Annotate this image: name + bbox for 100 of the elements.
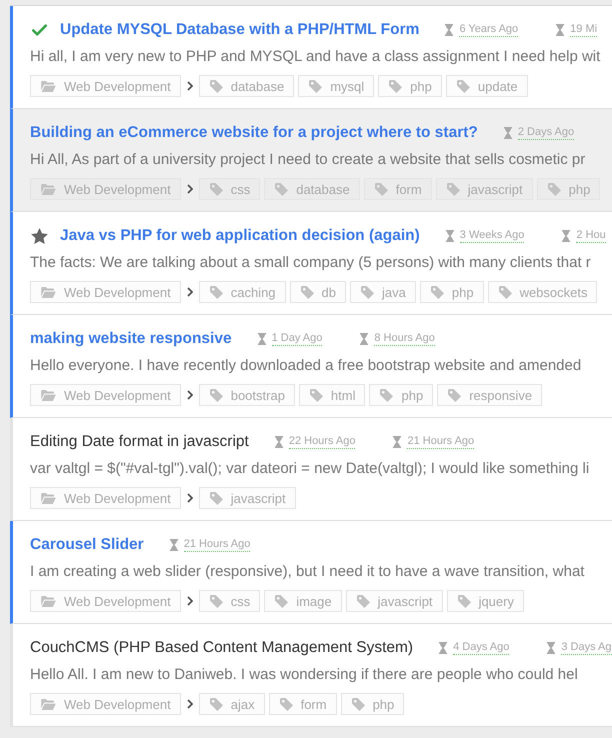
tag-link[interactable]: mysql [298, 75, 374, 97]
thread-title[interactable]: Carousel Slider [30, 533, 144, 557]
tag-link[interactable]: form [268, 693, 337, 715]
thread-item[interactable]: Update MYSQL Database with a PHP/HTML Form 6 Years Ago 19 Mi Hi all, I am very new to PHP and MYSQL and have a class assignment I need help wit Web Development database mysql php update [10, 6, 612, 109]
tag-link[interactable]: websockets [488, 281, 598, 303]
folder-icon [41, 492, 56, 504]
category-link[interactable]: Web Development [30, 487, 181, 509]
category-link[interactable]: Web Development [30, 384, 181, 406]
tag-icon [430, 286, 444, 298]
chevron-right-icon [186, 699, 193, 709]
thread-excerpt: Hello everyone. I have recently downloaded a free bootstrap website and amended [30, 356, 582, 376]
tag-link[interactable]: update [446, 75, 528, 97]
tag-icon [310, 388, 323, 402]
tag-link[interactable]: javascript [198, 487, 296, 509]
thread-item[interactable]: Carousel Slider 21 Hours Ago I am creating a web slider (responsive), but I need it to have a wave transition, what Web Development css image javascript jquery [10, 521, 612, 624]
hourglass-icon [504, 127, 512, 139]
thread-excerpt: I am creating a web slider (responsive), but I need it to have a wave transition, what [30, 562, 586, 582]
hourglass-icon [547, 642, 556, 654]
tag-link[interactable]: css [198, 178, 260, 200]
tag-icon [361, 286, 374, 298]
tag-icon [448, 388, 462, 402]
thread-excerpt: var valtgl = $("#val-tgl").val(); var dateori = new Date(valtgl); I would like something li [30, 459, 590, 479]
tag-link[interactable]: ajax [198, 693, 265, 715]
chevron-right-icon [186, 493, 193, 503]
hourglass-icon [439, 642, 448, 654]
tag-icon [389, 80, 402, 92]
tag-link[interactable]: database [264, 178, 360, 200]
tag-icon [548, 182, 561, 196]
timestamp: 2 Days Ago [518, 126, 574, 140]
tag-link[interactable]: form [364, 178, 432, 200]
chevron-right-icon [186, 596, 193, 606]
tag-icon [300, 286, 314, 298]
hourglass-icon [274, 436, 283, 448]
category-link[interactable]: Web Development [30, 693, 181, 715]
thread-title[interactable]: Update MYSQL Database with a PHP/HTML Form [60, 18, 420, 42]
thread-item[interactable]: CouchCMS (PHP Based Content Management System) 4 Days Ago 3 Days Ag Hello All. I am new to Daniweb. I was wondersing if there are people who could hel Web Development ajax form php [10, 624, 612, 727]
timestamp: 3 Weeks Ago [460, 229, 524, 243]
tag-link[interactable]: php [536, 178, 600, 200]
tag-icon [210, 182, 223, 196]
hourglass-icon [562, 230, 570, 242]
tag-icon [458, 594, 471, 608]
tag-link[interactable]: php [378, 75, 442, 97]
tag-link[interactable]: bootstrap [198, 384, 295, 406]
tag-link[interactable]: database [198, 75, 294, 97]
tag-icon [352, 698, 365, 710]
tag-icon [446, 182, 460, 196]
category-link[interactable]: Web Development [30, 281, 181, 303]
category-link[interactable]: Web Development [30, 75, 181, 97]
thread-title[interactable]: making website responsive [30, 327, 232, 351]
tag-icon [356, 594, 370, 608]
tag-link[interactable]: caching [198, 281, 286, 303]
hourglass-icon [258, 333, 266, 345]
tag-link[interactable]: php [340, 693, 404, 715]
timestamp: 8 Hours Ago [374, 332, 435, 346]
thread-title[interactable]: CouchCMS (PHP Based Content Management System) [30, 636, 414, 660]
folder-icon [41, 596, 56, 606]
folder-icon [41, 390, 56, 400]
hourglass-icon [393, 436, 402, 448]
chevron-right-icon [186, 287, 193, 297]
tag-link[interactable]: css [198, 590, 260, 612]
thread-title[interactable]: Editing Date format in javascript [30, 430, 249, 454]
tag-link[interactable]: db [290, 281, 346, 303]
timestamp: 1 Day Ago [272, 332, 322, 346]
tag-icon [380, 388, 394, 402]
tag-link[interactable]: responsive [437, 384, 542, 406]
tag-link[interactable]: php [369, 384, 434, 406]
thread-title[interactable]: Building an eCommerce website for a project where to start? [30, 121, 478, 145]
tag-link[interactable]: php [420, 281, 484, 303]
thread-item[interactable]: Editing Date format in javascript 22 Hours Ago 21 Hours Ago var valtgl = $("#val-tgl").val(); var dateori = new Date(valtgl); I would like something li Web Development javascript [10, 418, 612, 521]
thread-title[interactable]: Java vs PHP for web application decision (again) [60, 224, 420, 248]
chevron-right-icon [186, 184, 193, 194]
timestamp: 21 Hours Ago [407, 435, 474, 449]
hourglass-icon [360, 333, 368, 345]
folder-icon [41, 698, 56, 710]
tag-icon [280, 698, 293, 710]
category-link[interactable]: Web Development [30, 178, 181, 200]
timestamp: 6 Years Ago [459, 23, 518, 37]
tag-link[interactable]: javascript [346, 590, 443, 612]
tag-icon [309, 80, 322, 92]
tag-link[interactable]: java [350, 281, 416, 303]
folder-icon [41, 286, 56, 298]
thread-item[interactable]: making website responsive 1 Day Ago 8 Hours Ago Hello everyone. I have recently downloaded a free bootstrap website and amended Web Development bootstrap html php responsive [10, 315, 612, 418]
timestamp: 3 Days Ag [561, 641, 612, 655]
thread-excerpt: Hi all, I am very new to PHP and MYSQL and have a class assignment I need help wit [30, 47, 602, 67]
timestamp: 4 Days Ago [453, 641, 510, 655]
tag-link[interactable]: html [298, 384, 366, 406]
hourglass-icon [445, 24, 454, 36]
thread-item[interactable]: Java vs PHP for web application decision (again) 3 Weeks Ago 2 Hou The facts: We are talking about a small company (5 persons) with many clients that r Web Development caching db java php websockets [10, 212, 612, 315]
timestamp: 2 Hou [576, 229, 606, 243]
tag-link[interactable]: javascript [436, 178, 533, 200]
category-link[interactable]: Web Development [30, 590, 181, 612]
timestamp: 21 Hours Ago [184, 538, 250, 552]
tag-icon [210, 492, 223, 504]
tag-icon [498, 286, 512, 298]
tag-link[interactable]: jquery [446, 590, 524, 612]
chevron-right-icon [186, 390, 193, 400]
tag-link[interactable]: image [264, 590, 342, 612]
tag-icon [275, 182, 288, 196]
tag-icon [210, 698, 223, 710]
thread-item[interactable] [10, 109, 612, 212]
